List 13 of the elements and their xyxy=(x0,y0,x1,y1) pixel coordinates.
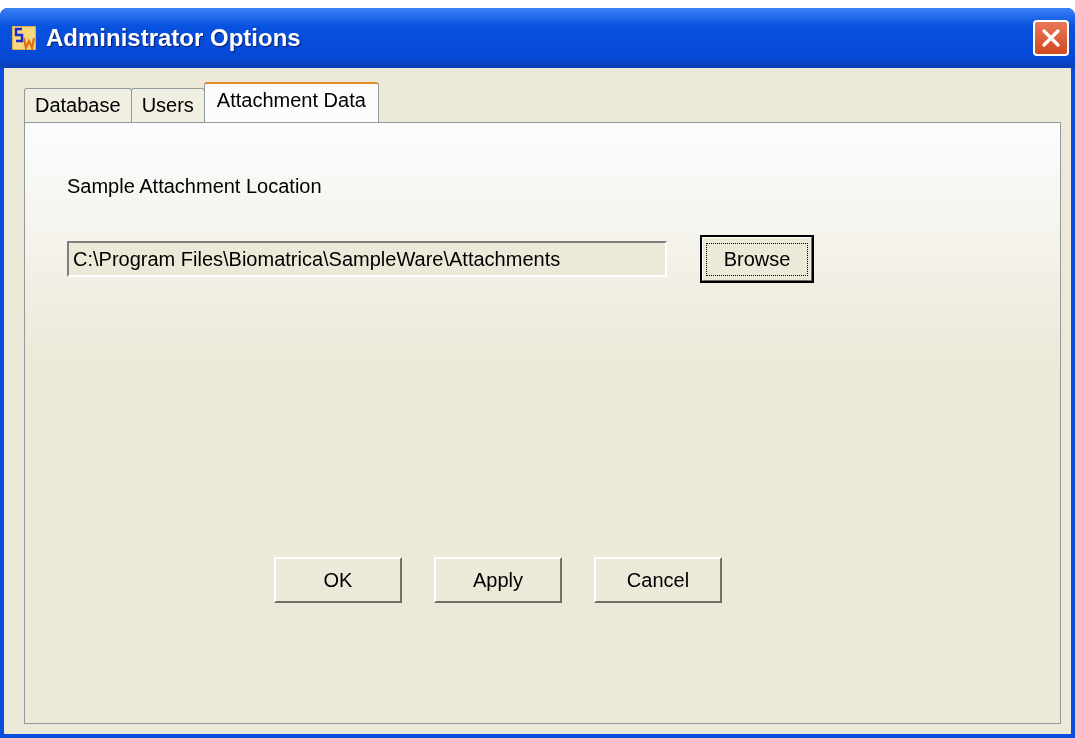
close-button[interactable] xyxy=(1033,20,1069,56)
browse-button[interactable]: Browse xyxy=(701,236,813,282)
dialog-button[interactable]: Cancel xyxy=(594,557,722,603)
location-field[interactable]: C:\Program Files\Biomatrica\SampleWare\Attachments xyxy=(67,241,667,277)
app-logo-icon xyxy=(12,26,36,50)
dialog-button[interactable]: OK xyxy=(274,557,402,603)
tab[interactable]: Database xyxy=(24,88,132,122)
tab[interactable]: Attachment Data xyxy=(203,82,379,122)
location-label: Sample Attachment Location xyxy=(67,175,323,198)
tab[interactable]: Users xyxy=(130,88,205,122)
close-icon xyxy=(1041,28,1061,48)
dialog-button[interactable]: Apply xyxy=(434,557,562,603)
window-title: Administrator Options xyxy=(46,24,302,52)
